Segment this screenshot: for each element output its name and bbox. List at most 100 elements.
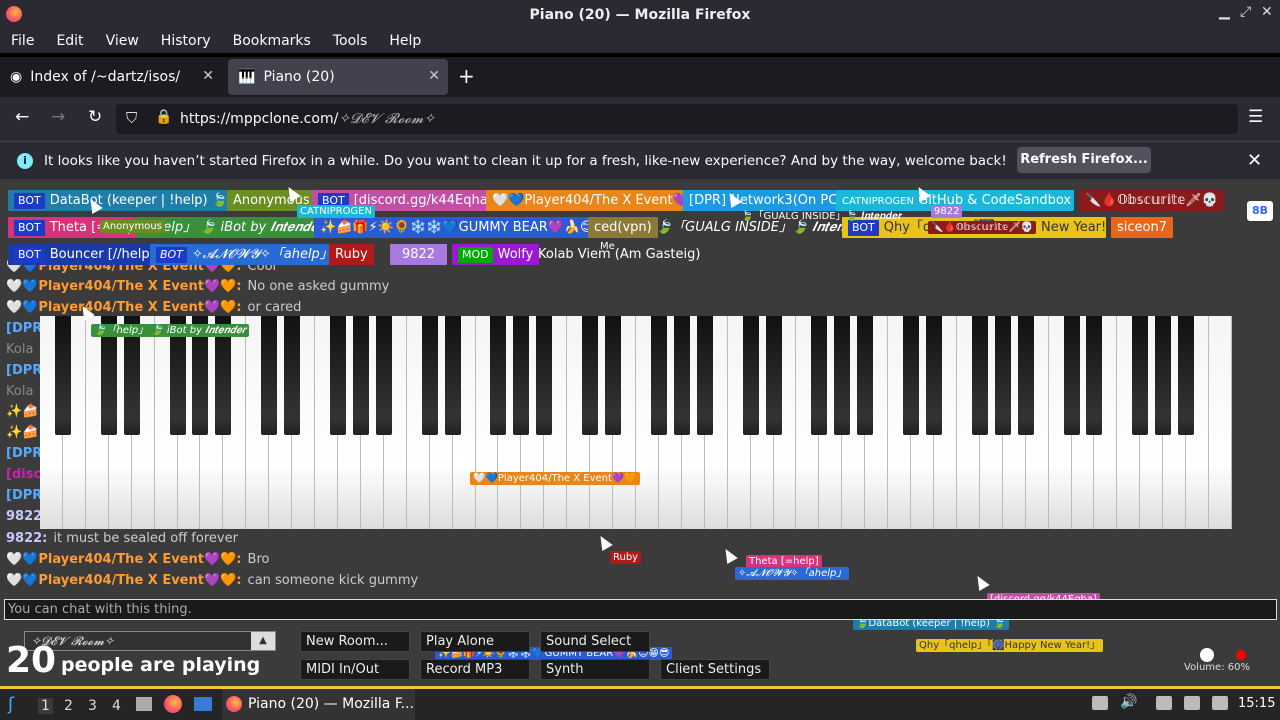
user-tag-ruby[interactable]: Ruby [329, 244, 374, 265]
black-key[interactable] [1063, 316, 1080, 435]
tab-index-isos[interactable]: ◉ Index of /~dartz/isos/ ✕ [0, 59, 222, 95]
menu-edit[interactable]: Edit [49, 33, 90, 49]
black-key[interactable] [994, 316, 1011, 435]
black-key[interactable] [673, 316, 690, 435]
tab-piano[interactable]: 🎹 Piano (20) ✕ [228, 59, 448, 95]
black-key[interactable] [421, 316, 438, 435]
black-key[interactable] [811, 316, 828, 435]
lock-icon[interactable]: 🔒 [155, 109, 172, 125]
black-key[interactable] [765, 316, 782, 435]
menu-tools[interactable]: Tools [326, 33, 375, 49]
user-tag-kolab[interactable]: Kolab Viem (Am Gasteig) [532, 244, 706, 265]
clipboard-icon[interactable] [1156, 696, 1172, 710]
black-key[interactable] [582, 316, 599, 435]
back-icon[interactable]: ← [15, 107, 29, 127]
black-key[interactable] [605, 316, 622, 435]
black-key[interactable] [696, 316, 713, 435]
user-tag-obscurite[interactable]: 🔪🩸𝕆𝕓𝕤𝕔𝕦𝕣𝕚𝕥𝕖🗡💀 [1079, 190, 1224, 211]
black-key[interactable] [536, 316, 553, 435]
user-tag-dpr[interactable]: [DPR] Network3(On PC) [683, 190, 849, 211]
black-key[interactable] [284, 316, 301, 435]
user-tag-ibot[interactable]: 「help」 🍃 iBot by 𝑰𝒏𝒕𝒆𝒏𝒅𝒆𝒓 [136, 217, 330, 238]
menu-file[interactable]: File [4, 33, 41, 49]
terminal-icon[interactable] [194, 697, 212, 711]
user-tag-siceon[interactable]: siceon7 [1111, 217, 1173, 238]
forward-icon[interactable]: → [51, 107, 65, 127]
close-window-icon[interactable]: ✕ [1261, 4, 1273, 20]
black-key[interactable] [1132, 316, 1149, 435]
black-key[interactable] [742, 316, 759, 435]
record-mp3-button[interactable]: Record MP3 [420, 659, 530, 680]
firefox-launcher-icon[interactable] [164, 695, 182, 713]
url-text[interactable]: https://mppclone.com/✧𝓓𝓔𝓥 𝓡𝓸𝓸𝓶✧ [180, 111, 435, 127]
close-tab-icon[interactable]: ✕ [202, 68, 214, 84]
black-key[interactable] [444, 316, 461, 435]
user-tag-ced[interactable]: ced(vpn) [588, 217, 658, 238]
piano-keyboard[interactable] [40, 316, 1232, 529]
display-icon[interactable] [1184, 696, 1200, 710]
synth-button[interactable]: Synth [540, 659, 650, 680]
black-key[interactable] [330, 316, 346, 435]
black-key[interactable] [54, 316, 71, 435]
menu-view[interactable]: View [99, 33, 146, 49]
workspace-2[interactable]: 2 [64, 698, 73, 714]
chat-message: 9822: it must be sealed off forever [6, 531, 238, 546]
volume-icon[interactable]: 🔊 [1120, 694, 1137, 710]
white-key[interactable] [1209, 316, 1232, 529]
close-notification-icon[interactable]: ✕ [1247, 150, 1262, 171]
chat-name-fragment: ✨🍰 [6, 404, 39, 419]
user-tag-anowy[interactable]: BOT ✧𝓐𝓝𝓞𝓦𝓨✧「ahelp」 [150, 244, 339, 265]
shield-icon[interactable]: ⛉ [126, 109, 137, 127]
minimize-icon[interactable]: ▁ [1219, 4, 1230, 20]
chevron-up-icon[interactable]: ▲ [251, 632, 275, 650]
black-key[interactable] [857, 316, 874, 435]
midi-button[interactable]: MIDI In/Out [300, 659, 410, 680]
black-key[interactable] [375, 316, 392, 435]
black-key[interactable] [650, 316, 667, 435]
play-alone-button[interactable]: Play Alone [420, 631, 530, 652]
reload-icon[interactable]: ↻ [88, 107, 102, 127]
black-key[interactable] [834, 316, 851, 435]
menu-help[interactable]: Help [382, 33, 428, 49]
menu-bookmarks[interactable]: Bookmarks [226, 33, 318, 49]
chat-name-fragment: [DPR [6, 363, 43, 378]
black-key[interactable] [1155, 316, 1172, 435]
user-tag-databot[interactable]: BOT DataBot (keeper | !help) 🍃 [8, 190, 234, 211]
tab-bar: ◉ Index of /~dartz/isos/ ✕ 🎹 Piano (20) … [0, 57, 1280, 97]
black-key[interactable] [971, 316, 988, 435]
user-tag-9822[interactable]: 9822 [390, 244, 447, 265]
black-key[interactable] [513, 316, 530, 435]
menu-history[interactable]: History [154, 33, 218, 49]
black-key[interactable] [903, 316, 920, 435]
taskbar-window-firefox[interactable]: Piano (20) — Mozilla F... [222, 689, 415, 720]
workspace-4[interactable]: 4 [112, 698, 121, 714]
user-tag-wolfy[interactable]: MOD Wolfy [452, 244, 540, 265]
black-key[interactable] [352, 316, 369, 435]
hamburger-menu-icon[interactable]: ☰ [1248, 107, 1263, 127]
sound-select-button[interactable]: Sound Select [540, 631, 650, 652]
close-tab-icon[interactable]: ✕ [428, 68, 440, 84]
new-tab-icon[interactable]: + [458, 64, 475, 88]
start-menu-icon[interactable]: ʃ [8, 694, 14, 715]
room-select[interactable]: ✧𝓓𝓔𝓥 𝓡𝓸𝓸𝓶✧ ▲ [24, 631, 276, 651]
black-key[interactable] [261, 316, 278, 435]
black-key[interactable] [490, 316, 507, 435]
black-key[interactable] [926, 316, 942, 435]
new-room-button[interactable]: New Room... [300, 631, 410, 652]
extension-icon[interactable]: 8B [1247, 201, 1273, 221]
workspace-3[interactable]: 3 [88, 698, 97, 714]
refresh-firefox-button[interactable]: Refresh Firefox... [1017, 147, 1151, 173]
client-settings-button[interactable]: Client Settings [660, 659, 770, 680]
black-key[interactable] [1086, 316, 1103, 435]
chat-input[interactable]: You can chat with this thing. [4, 599, 1277, 620]
user-tag-player404[interactable]: 🤍💙Player404/The X Event💜🧡 [486, 190, 711, 211]
black-key[interactable] [1178, 316, 1195, 435]
volume-knob[interactable] [1200, 648, 1214, 662]
maximize-icon[interactable]: ⤢ [1240, 4, 1251, 20]
battery-icon[interactable] [1212, 696, 1228, 710]
workspace-1[interactable]: 1 [38, 698, 53, 714]
tray-icon[interactable] [1092, 696, 1108, 710]
files-icon[interactable] [136, 697, 152, 711]
user-tag-bouncer[interactable]: BOT Bouncer [//help] [8, 244, 161, 265]
black-key[interactable] [1017, 316, 1034, 435]
